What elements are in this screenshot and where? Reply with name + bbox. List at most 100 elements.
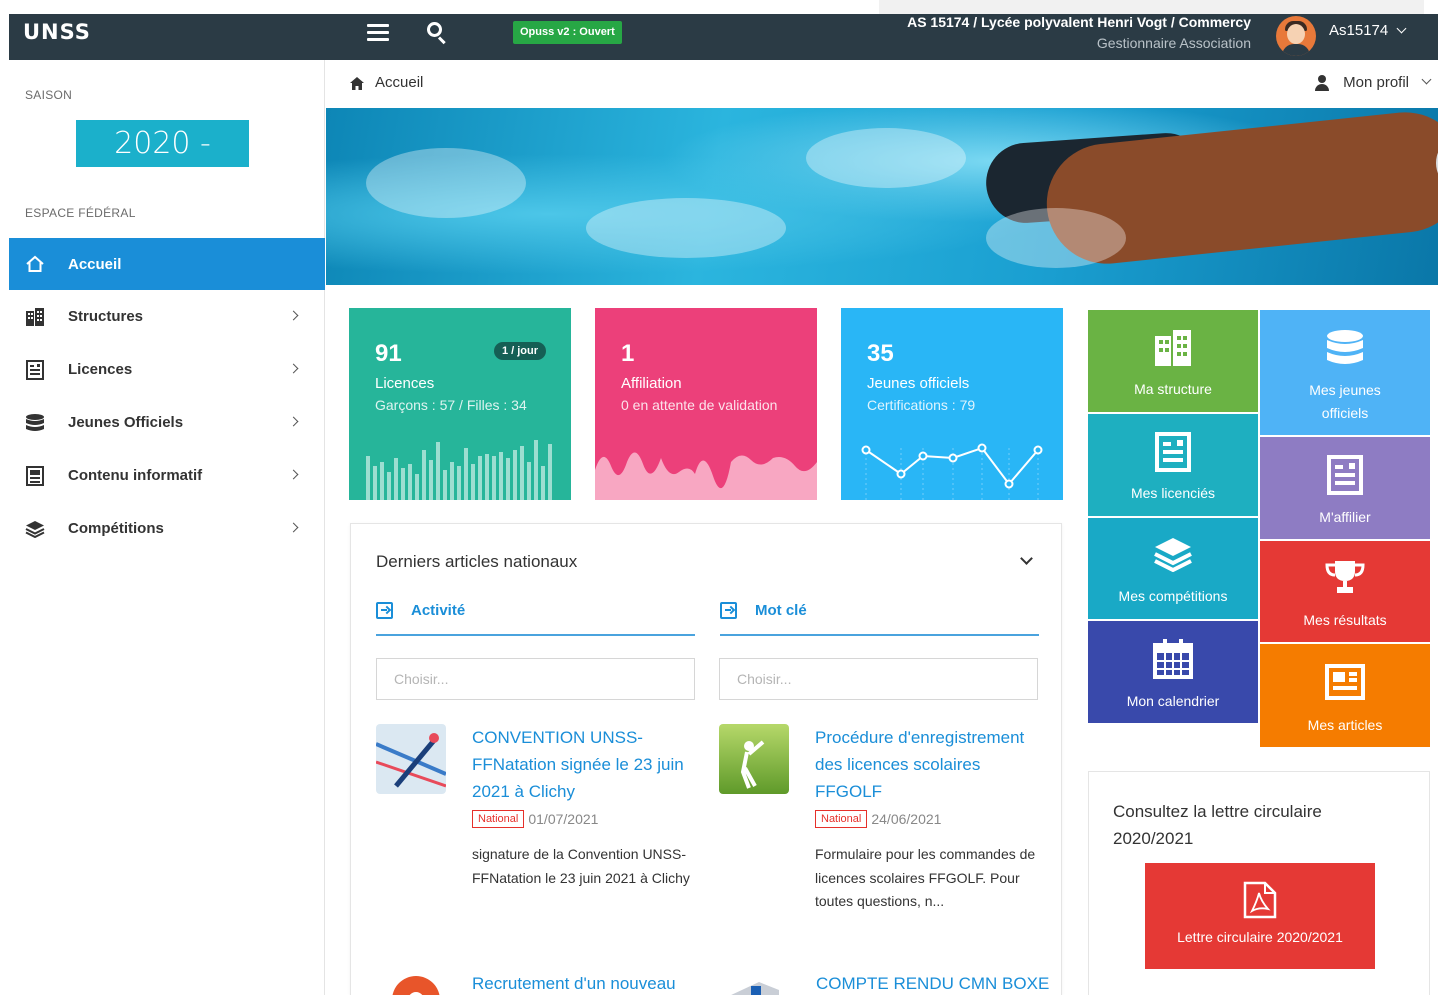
sidebar-item-label: Accueil xyxy=(68,255,122,273)
line-sparkline xyxy=(861,443,1043,500)
sidebar-item-label: Licences xyxy=(68,361,133,378)
chevron-right-icon xyxy=(288,363,299,374)
database-icon xyxy=(24,412,45,433)
search-icon[interactable] xyxy=(427,22,447,45)
quick-link-ma-structure[interactable]: Ma structure xyxy=(1088,310,1258,412)
sidebar-item-licences[interactable]: Licences xyxy=(9,343,325,396)
sidebar-item-jeunes-officiels[interactable]: Jeunes Officiels xyxy=(9,396,325,449)
quick-link-label: Mes articles xyxy=(1307,717,1383,733)
expand-icon xyxy=(720,602,737,619)
circular-letter-button[interactable]: Lettre circulaire 2020/2021 xyxy=(1145,863,1375,969)
chevron-right-icon xyxy=(288,416,299,427)
chevron-down-icon xyxy=(1421,74,1432,85)
sidebar-item-accueil[interactable]: Accueil xyxy=(9,238,325,290)
document-icon xyxy=(1327,455,1363,495)
association-name: AS 15174 / Lycée polyvalent Henri Vogt /… xyxy=(907,14,1251,30)
quick-link-maffilier[interactable]: M'affilier xyxy=(1260,437,1430,539)
national-tag: National xyxy=(472,810,525,828)
quick-link-label: Mes résultats xyxy=(1303,612,1387,628)
panel-title: Derniers articles nationaux xyxy=(376,552,578,571)
stat-label: Jeunes officiels xyxy=(867,375,970,392)
article-thumbnail-swim xyxy=(376,724,446,794)
stat-number: 35 xyxy=(867,340,894,367)
quick-link-mes-jeunes-officiels[interactable]: Mes jeunes officiels xyxy=(1260,310,1430,435)
sidebar-item-label: Compétitions xyxy=(68,520,164,537)
season-selector[interactable]: 2020 - 2021 xyxy=(76,120,249,208)
quick-link-mes-licencies[interactable]: Mes licenciés xyxy=(1088,414,1258,516)
article-title-next[interactable]: COMPTE RENDU CMN BOXE xyxy=(816,974,1049,994)
swimmer-banner-image xyxy=(326,108,1438,285)
layers-icon xyxy=(1154,538,1192,572)
calendar-icon xyxy=(1153,639,1193,679)
quick-link-mes-resultats[interactable]: Mes résultats xyxy=(1260,541,1430,642)
hamburger-menu-icon[interactable] xyxy=(367,24,389,42)
bar-sparkline xyxy=(366,440,552,500)
filter-label: Activité xyxy=(411,602,466,619)
quick-link-label: Ma structure xyxy=(1134,381,1212,397)
stat-number: 1 xyxy=(621,340,635,367)
sidebar-item-competitions[interactable]: Compétitions xyxy=(9,502,325,555)
database-icon xyxy=(1327,330,1363,364)
pdf-icon xyxy=(1243,881,1277,919)
sidebar-item-structures[interactable]: Structures xyxy=(9,290,325,343)
article-thumbnail-recruit xyxy=(392,976,440,995)
profile-label: Mon profil xyxy=(1343,74,1409,91)
area-sparkline xyxy=(595,452,817,500)
unss-logo[interactable]: UNSS xyxy=(23,20,91,44)
sidebar-item-contenu-informatif[interactable]: Contenu informatif xyxy=(9,449,325,502)
season-label: SAISON xyxy=(25,88,73,102)
filter-keyword[interactable]: Mot clé xyxy=(720,602,1039,636)
quick-link-label: Mes jeunes officiels xyxy=(1309,382,1381,421)
quick-link-label: M'affilier xyxy=(1319,509,1371,525)
sidebar-item-label: Structures xyxy=(68,308,144,325)
quick-link-label: Mes licenciés xyxy=(1130,485,1216,501)
user-icon xyxy=(1315,74,1330,91)
stat-tile-licences[interactable]: 91 1 / jour Licences Garçons : 57 / Fill… xyxy=(349,308,571,500)
profile-menu[interactable]: Mon profil xyxy=(1315,74,1432,91)
article-thumbnail-boxe xyxy=(731,982,779,995)
chevron-down-icon[interactable] xyxy=(1020,552,1033,565)
opuss-status-badge: Opuss v2 : Ouvert xyxy=(513,21,622,44)
top-strip-right xyxy=(879,0,1424,14)
user-menu[interactable]: As15174 xyxy=(1329,22,1407,39)
national-tag: National xyxy=(815,810,868,828)
quick-link-label: Mes compétitions xyxy=(1118,588,1228,604)
activity-select[interactable]: Choisir... xyxy=(376,658,695,700)
home-icon xyxy=(24,254,45,275)
article-title[interactable]: CONVENTION UNSS-FFNatation signée le 23 … xyxy=(472,724,697,805)
avatar[interactable] xyxy=(1276,16,1316,56)
chevron-right-icon xyxy=(288,310,299,321)
username: As15174 xyxy=(1329,22,1389,39)
quick-link-mes-competitions[interactable]: Mes compétitions xyxy=(1088,518,1258,619)
home-icon[interactable] xyxy=(350,77,364,90)
app-header: UNSS Opuss v2 : Ouvert AS 15174 / Lycée … xyxy=(9,14,1438,60)
button-label: Lettre circulaire 2020/2021 xyxy=(1177,929,1343,945)
building-icon xyxy=(24,306,45,327)
keyword-select[interactable]: Choisir... xyxy=(719,658,1038,700)
stat-tile-jeunes-officiels[interactable]: 35 Jeunes officiels Certifications : 79 xyxy=(841,308,1063,500)
circular-letter-card: Consultez la lettre circulaire 2020/2021… xyxy=(1088,771,1430,995)
article-title[interactable]: Procédure d'enregistrement des licences … xyxy=(815,724,1040,805)
article-description: signature de la Convention UNSS-FFNatati… xyxy=(472,846,690,886)
quick-link-mes-articles[interactable]: Mes articles xyxy=(1260,644,1430,747)
quick-link-mon-calendrier[interactable]: Mon calendrier xyxy=(1088,621,1258,723)
filter-label: Mot clé xyxy=(755,602,807,619)
breadcrumb-home[interactable]: Accueil xyxy=(375,74,423,91)
sidebar: SAISON 2020 - 2021 ESPACE FÉDÉRAL Accuei… xyxy=(9,60,325,995)
national-articles-panel: Derniers articles nationaux Activité Mot… xyxy=(350,523,1062,995)
sidebar-nav: Accueil Structures Licences Jeunes Offic… xyxy=(9,238,325,555)
stat-tile-affiliation[interactable]: 1 Affiliation 0 en attente de validation xyxy=(595,308,817,500)
newspaper-icon xyxy=(24,465,45,486)
top-strip xyxy=(0,0,1438,14)
article-date: 24/06/2021 xyxy=(871,811,942,827)
association-info: AS 15174 / Lycée polyvalent Henri Vogt /… xyxy=(907,14,1251,52)
article-thumbnail-golf xyxy=(719,724,789,794)
article-title-next[interactable]: Recrutement d'un nouveau xyxy=(472,974,676,994)
document-icon xyxy=(1155,432,1191,472)
layers-icon xyxy=(24,518,45,539)
sidebar-item-label: Jeunes Officiels xyxy=(68,414,184,431)
filter-activity[interactable]: Activité xyxy=(376,602,695,636)
trophy-icon xyxy=(1325,561,1365,593)
chevron-right-icon xyxy=(288,522,299,533)
article-meta: National 24/06/2021 xyxy=(815,810,941,828)
